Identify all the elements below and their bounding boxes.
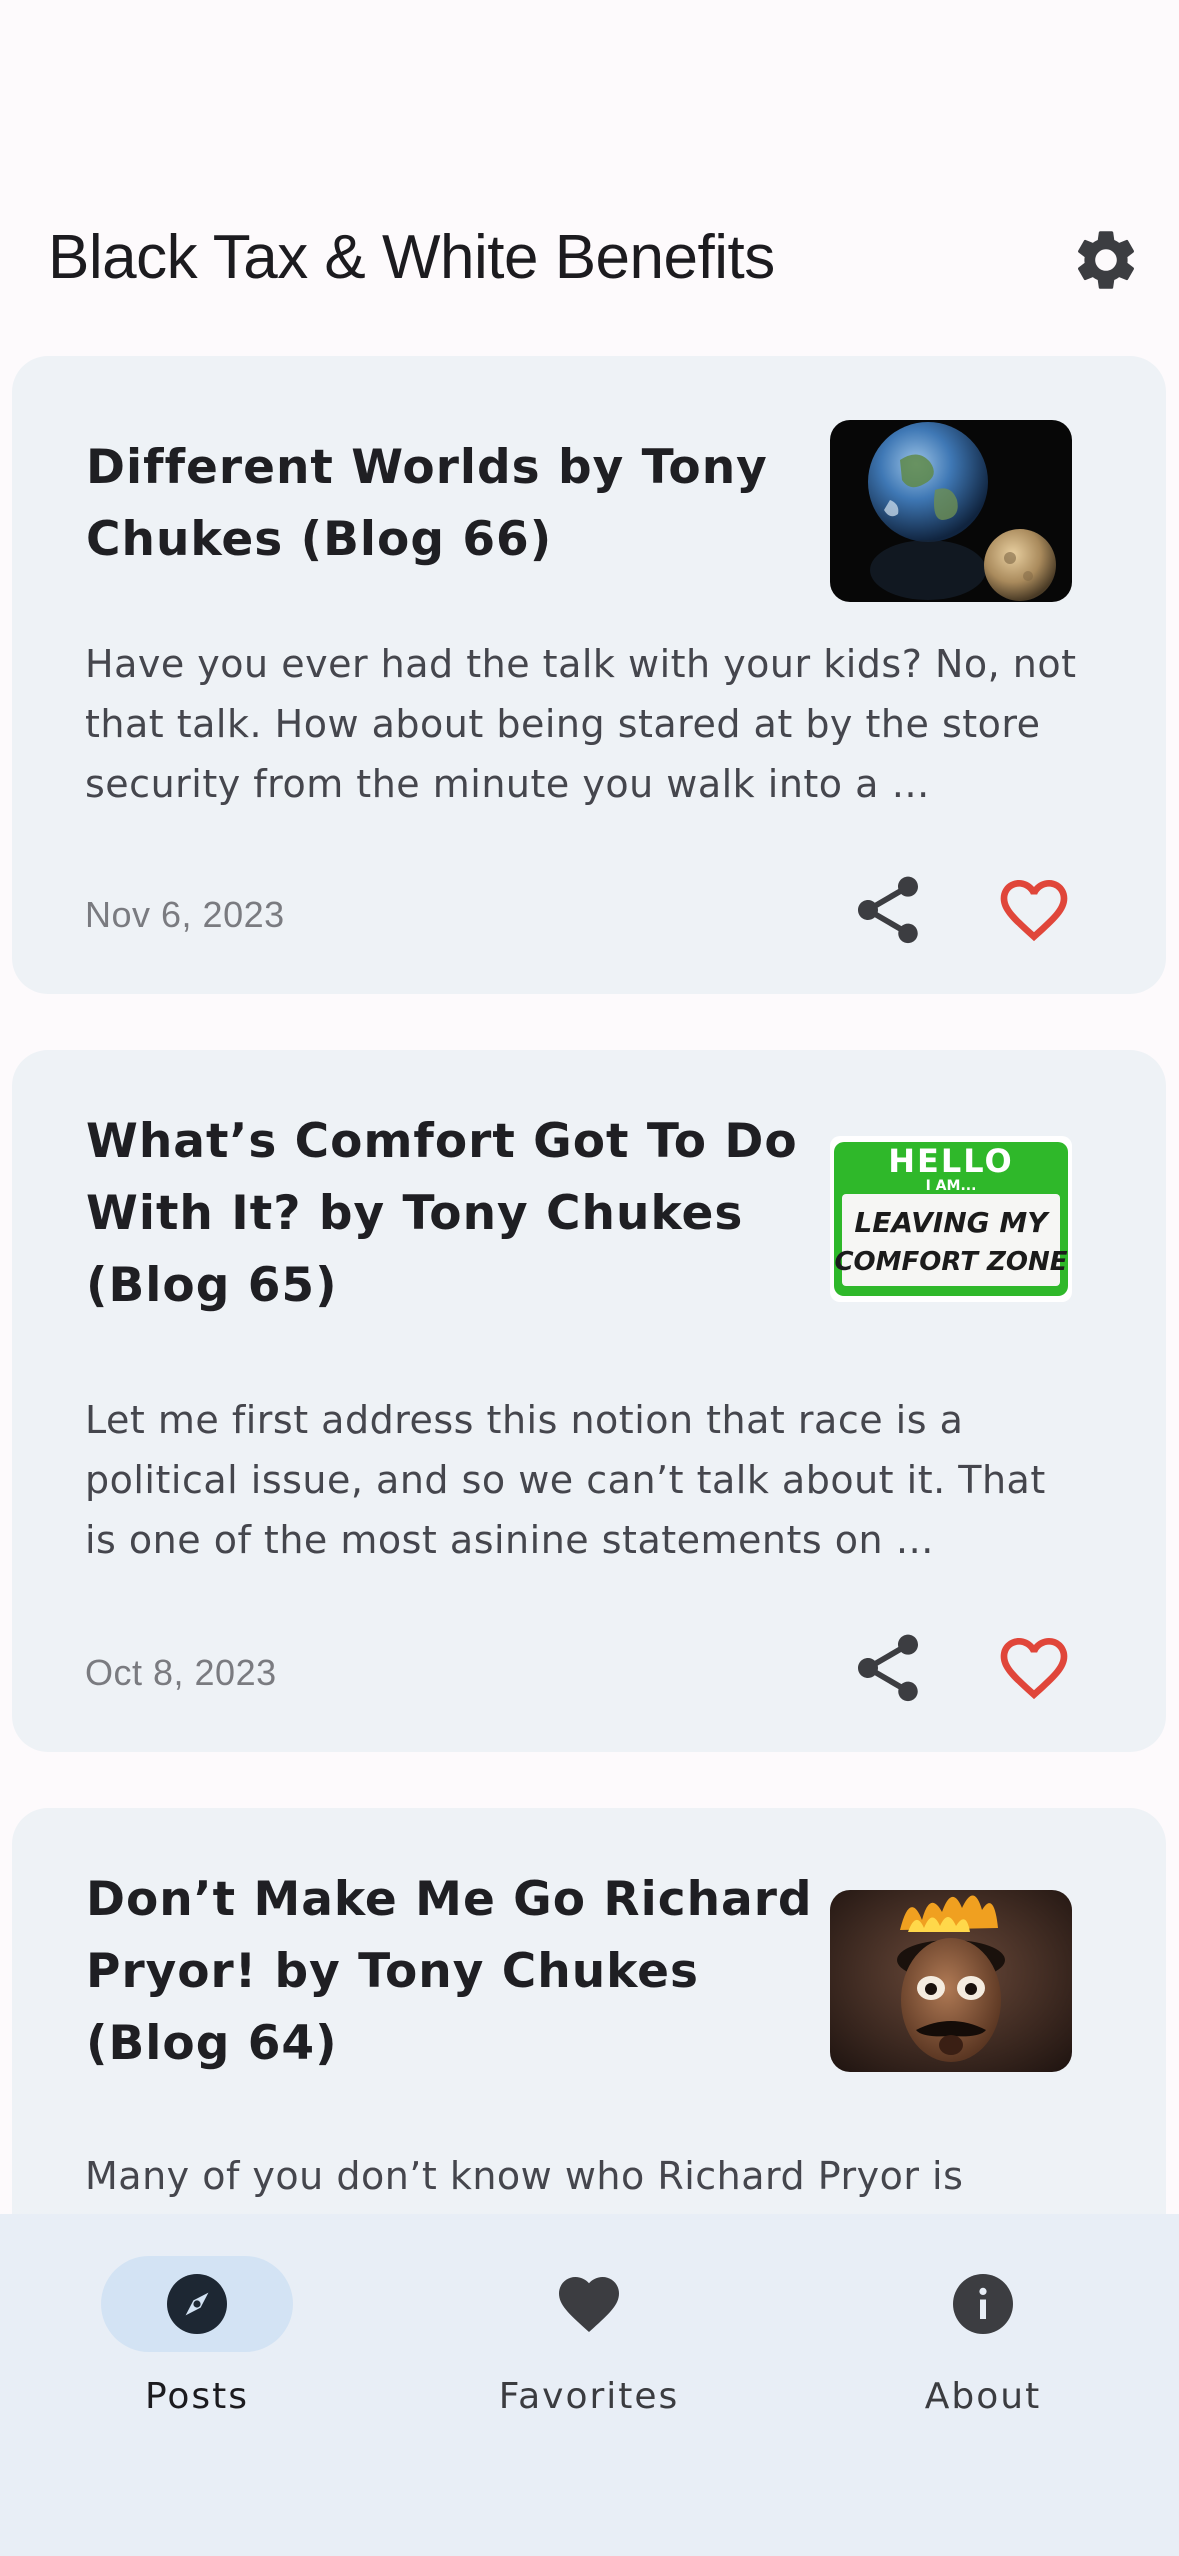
name-tag-iam-text: I AM... [926, 1178, 977, 1194]
name-tag-hello-text: HELLO [888, 1142, 1013, 1180]
name-tag-line2-text: COMFORT ZONE [834, 1247, 1067, 1277]
post-title[interactable]: What’s Comfort Got To Do With It? by Ton… [86, 1106, 826, 1322]
share-icon [858, 876, 918, 944]
favorite-button[interactable] [994, 1628, 1074, 1708]
app-bar: Black Tax & White Benefits [0, 0, 1179, 340]
share-icon [858, 1634, 918, 1702]
nav-item-favorites[interactable]: Favorites [450, 2256, 728, 2417]
bottom-navigation: Posts Favorites About [0, 2214, 1179, 2556]
name-tag-line1-text: LEAVING MY [854, 1206, 1050, 1239]
post-thumbnail-caricature[interactable] [830, 1890, 1072, 2072]
heart-outline-icon [1000, 1638, 1068, 1700]
post-thumbnail-name-tag[interactable]: HELLO I AM... LEAVING MY COMFORT ZONE [830, 1136, 1072, 1302]
info-icon [947, 2268, 1019, 2340]
posts-feed[interactable]: Different Worlds by Tony Chukes (Blog 66… [0, 340, 1179, 2215]
heart-outline-icon [1000, 880, 1068, 942]
share-button[interactable] [848, 870, 928, 950]
post-title[interactable]: Don’t Make Me Go Richard Pryor! by Tony … [86, 1864, 826, 2080]
gear-icon [1077, 231, 1135, 289]
post-card[interactable]: Different Worlds by Tony Chukes (Blog 66… [12, 356, 1166, 994]
nav-item-posts[interactable]: Posts [58, 2256, 336, 2417]
nav-label-posts: Posts [144, 2376, 250, 2417]
nav-label-favorites: Favorites [498, 2376, 680, 2417]
caricature-image [830, 1890, 1072, 2072]
post-date: Oct 8, 2023 [85, 1652, 277, 1693]
earth-and-moon-image [830, 420, 1072, 602]
nav-item-about[interactable]: About [844, 2256, 1122, 2417]
screen: Black Tax & White Benefits Different Wor… [0, 0, 1179, 2556]
heart-icon [553, 2268, 625, 2340]
post-date: Nov 6, 2023 [85, 894, 285, 935]
post-excerpt: Many of you don’t know who Richard Pryor… [85, 2154, 964, 2198]
post-title[interactable]: Different Worlds by Tony Chukes (Blog 66… [86, 432, 826, 576]
name-tag-image: HELLO I AM... LEAVING MY COMFORT ZONE [830, 1136, 1072, 1302]
settings-button[interactable] [1070, 224, 1142, 296]
post-excerpt: Let me first address this notion that ra… [85, 1398, 1046, 1562]
nav-label-about: About [924, 2376, 1042, 2417]
post-thumbnail-earth-and-moon[interactable] [830, 420, 1072, 602]
favorite-button[interactable] [994, 870, 1074, 950]
app-title: Black Tax & White Benefits [48, 223, 775, 292]
post-card[interactable]: What’s Comfort Got To Do With It? by Ton… [12, 1050, 1166, 1752]
post-excerpt: Have you ever had the talk with your kid… [85, 642, 1077, 806]
post-card[interactable]: Don’t Make Me Go Richard Pryor! by Tony … [12, 1808, 1166, 2215]
share-button[interactable] [848, 1628, 928, 1708]
compass-icon [161, 2268, 233, 2340]
